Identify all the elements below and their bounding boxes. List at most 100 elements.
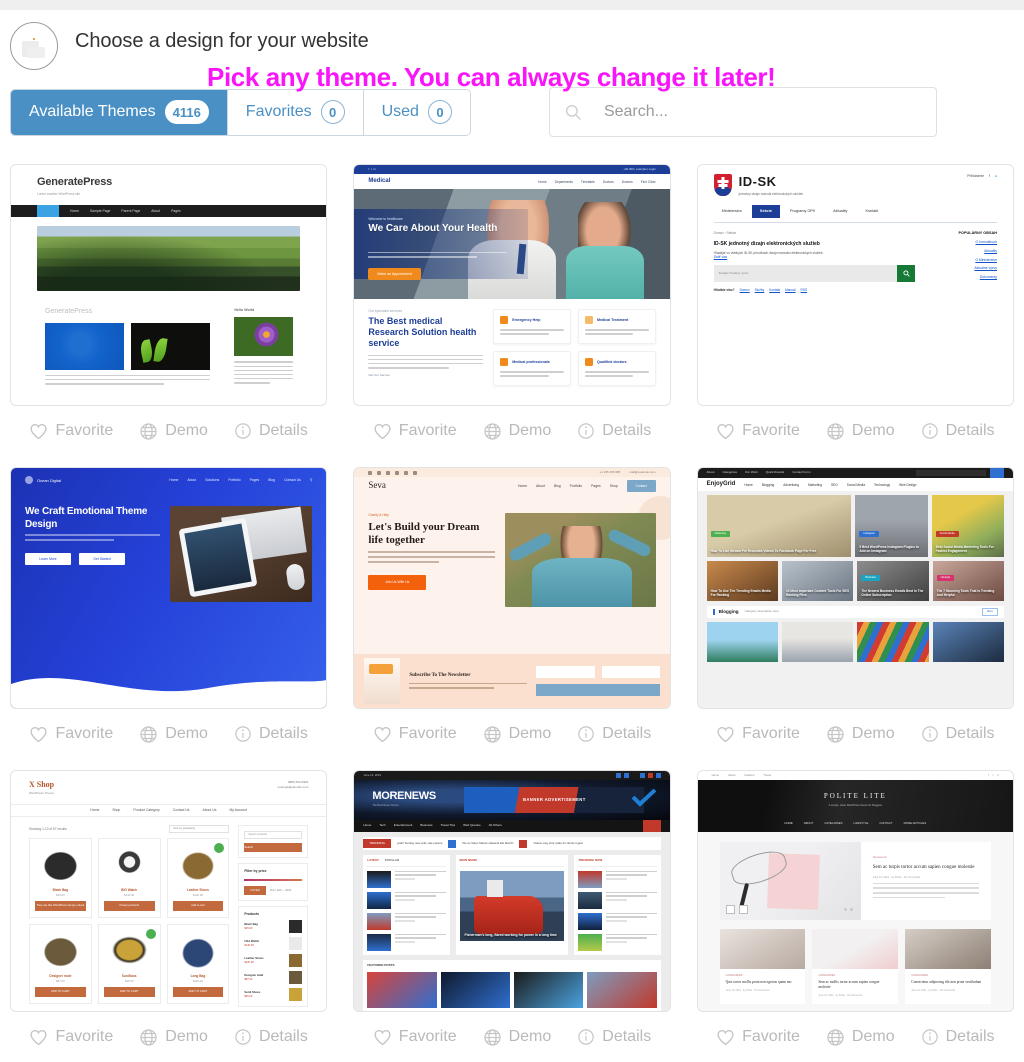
pl-slider-dots[interactable] [843, 908, 853, 911]
sk-nav-item[interactable]: Kontakt [857, 205, 886, 218]
sk-nav-item[interactable]: Ministerstvo [714, 205, 750, 218]
demo-button[interactable]: Demo [483, 1028, 551, 1047]
gp-nav-item: Parent Page [121, 208, 141, 213]
details-button[interactable]: Details [577, 1028, 651, 1046]
favorite-button[interactable]: Favorite [716, 1028, 800, 1046]
xs-product[interactable]: Leather Shoes $120.00 Add to cart [166, 837, 230, 918]
xs-product-button[interactable]: ADD TO CART [103, 987, 155, 997]
sv-hero-button[interactable]: Join Us With Us [368, 575, 427, 590]
md-section-link[interactable]: Get Our Service [368, 373, 483, 378]
eg-section-more[interactable]: More [982, 608, 998, 616]
pl-post[interactable]: CATEGORIES Quis tortor mollis porta non … [719, 929, 806, 1005]
theme-preview-seva[interactable]: +1 235 256 985 mail@example.com Seva Hom… [353, 467, 671, 709]
xs-filter-button[interactable]: FILTER [244, 886, 266, 895]
mn-col1-tab[interactable]: LATEST [367, 858, 378, 863]
sk-sidebar-link[interactable]: Aktuality [929, 249, 997, 253]
sk-search-button[interactable] [897, 265, 915, 283]
theme-preview-medical[interactable]: f t in +00 000 | example | Login Medical… [353, 164, 671, 406]
mn-social-icons [615, 773, 661, 778]
sk-nav-item[interactable]: Aktuality [825, 205, 855, 218]
theme-preview-x-shop[interactable]: X Shop WordPress Theme (888) 562-0962 ex… [10, 770, 328, 1012]
xs-product-button[interactable]: ADD TO CART [172, 987, 224, 997]
xs-product-button[interactable]: ADD TO CART [35, 987, 86, 997]
facebook-icon[interactable]: f [989, 174, 990, 178]
xs-product[interactable]: Long Bag $110.00 ADD TO CART [166, 923, 230, 1004]
demo-button[interactable]: Demo [139, 725, 208, 744]
xs-search-button[interactable]: Search [244, 842, 303, 853]
demo-button[interactable]: Demo [826, 725, 895, 744]
sk-nav-item[interactable]: Programy OPII [782, 205, 823, 218]
details-button[interactable]: Details [921, 422, 995, 440]
favorite-button[interactable]: Favorite [373, 725, 457, 743]
theme-preview-enjoygrid[interactable]: About Categories Our Work Quick Results … [696, 467, 1014, 709]
xs-product[interactable]: BIG Watch $140.00 Cheap products [97, 837, 161, 918]
sk-sidebar-link[interactable]: O formulároch [929, 240, 997, 244]
tab-used[interactable]: Used 0 [363, 89, 470, 135]
sk-topbar-login[interactable]: Prihlásenie [967, 174, 984, 178]
theme-preview-ocean-digital[interactable]: Ocean Digital Home About Solutions Portf… [10, 467, 328, 709]
search-box[interactable] [548, 87, 937, 137]
pl-post[interactable]: CATEGORIES Consectetur adipiscing elit n… [905, 929, 991, 1005]
xs-product-button[interactable]: Add to cart [172, 901, 224, 911]
favorite-button[interactable]: Favorite [373, 1028, 457, 1046]
favorite-button[interactable]: Favorite [716, 725, 800, 743]
xs-product-button[interactable]: They are like WordPress simply unlock [35, 901, 86, 911]
demo-button[interactable]: Demo [826, 1028, 895, 1047]
tab-favorites[interactable]: Favorites 0 [227, 89, 364, 135]
theme-preview-polite-lite[interactable]: Home About Fashion Travel ftp POLITE LIT… [696, 770, 1014, 1012]
sk-sidebar-link[interactable]: Aktuálne výzvy [929, 266, 997, 270]
details-button[interactable]: Details [234, 1028, 308, 1046]
details-button[interactable]: Details [234, 422, 308, 440]
sv-field-first-name[interactable] [536, 666, 595, 678]
sv-field-email[interactable] [601, 666, 660, 678]
mn-col1-tab[interactable]: POPULAR [385, 858, 399, 863]
sk-sidebar-link[interactable]: O Ministerstve [929, 258, 997, 262]
details-button[interactable]: Details [577, 725, 651, 743]
xs-product[interactable]: Black Bag $25.00 They are like WordPress… [29, 837, 92, 918]
theme-preview-id-sk[interactable]: ID-SK jednotný dizajn manuál elektronick… [696, 164, 1014, 406]
details-button[interactable]: Details [234, 725, 308, 743]
favorite-button[interactable]: Favorite [373, 422, 457, 440]
sk-link[interactable]: Zistiť viac [714, 255, 915, 259]
xs-search-input[interactable]: Search products [244, 830, 303, 839]
pl-post[interactable]: CATEGORIES Sem ac mollis tortor accum sa… [812, 929, 899, 1005]
od-learn-more-button[interactable]: Learn More [25, 552, 71, 565]
theme-preview-morenews[interactable]: June 13, 2021 MORENEWS The Best News The… [353, 770, 671, 1012]
sk-nav-item-active[interactable]: Sekcie [751, 205, 780, 218]
demo-button[interactable]: Demo [826, 422, 895, 441]
favorite-button[interactable]: Favorite [29, 422, 113, 440]
demo-button[interactable]: Demo [483, 422, 551, 441]
sk-sidebar-link[interactable]: Dokumenty [929, 275, 997, 279]
xs-product[interactable]: SunGlass $45.00 ADD TO CART [97, 923, 161, 1004]
eg-search-box[interactable] [916, 470, 986, 476]
eg-topbar-item: Our Work [745, 470, 758, 475]
xs-price-slider[interactable] [244, 879, 303, 882]
details-button[interactable]: Details [577, 422, 651, 440]
mn-featured-section-title: FEATURED POSTS [367, 962, 395, 967]
demo-button[interactable]: Demo [483, 725, 551, 744]
xs-search-widget: Search products Search [238, 824, 309, 859]
demo-button[interactable]: Demo [139, 1028, 208, 1047]
search-input[interactable] [601, 102, 922, 122]
favorite-button[interactable]: Favorite [29, 725, 113, 743]
xs-sort-select[interactable]: Sort by popularity [169, 824, 230, 833]
demo-button[interactable]: Demo [139, 422, 208, 441]
pl-slider-arrows[interactable] [725, 905, 748, 914]
theme-preview-generatepress[interactable]: GeneratePress Lorem another WordPress si… [10, 164, 328, 406]
twitter-icon[interactable]: ● [995, 174, 997, 178]
details-button[interactable]: Details [921, 1028, 995, 1046]
details-button[interactable]: Details [921, 725, 995, 743]
sv-subscribe-button[interactable] [536, 684, 660, 696]
md-logo: Medical [368, 177, 391, 184]
sk-search[interactable]: Zadajte hľadaný výraz [713, 265, 915, 283]
od-get-started-button[interactable]: Get Started [79, 552, 125, 565]
favorite-button[interactable]: Favorite [29, 1028, 113, 1046]
tab-available-themes[interactable]: Available Themes 4116 [11, 89, 228, 135]
xs-product[interactable]: Designer mole $87.00 ADD TO CART [29, 923, 92, 1004]
demo-label: Demo [165, 1028, 208, 1045]
sv-cta-button[interactable]: Contact [626, 480, 656, 492]
md-hero-button[interactable]: Make an Appointment [368, 268, 422, 280]
favorite-button[interactable]: Favorite [716, 422, 800, 440]
favorite-label: Favorite [742, 725, 800, 742]
xs-product-button[interactable]: Cheap products [103, 901, 155, 911]
